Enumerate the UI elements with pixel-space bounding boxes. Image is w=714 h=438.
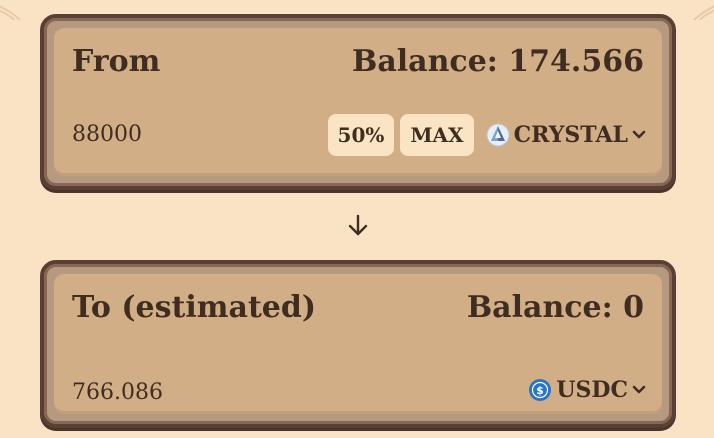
svg-text:$: $ [537,384,545,397]
max-button[interactable]: MAX [400,114,474,156]
crystal-icon [486,123,510,147]
usdc-icon: $ [529,379,552,401]
chevron-down-icon [632,385,646,394]
from-amount-input[interactable]: 88000 [72,122,142,147]
to-title: To (estimated) [72,290,317,325]
to-token-label: USDC [556,377,628,403]
to-panel: To (estimated) Balance: 0 766.086 $ USDC [40,260,676,428]
from-controls: 50% MAX CRYSTAL [327,114,646,156]
from-panel-inner: From Balance: 174.566 88000 50% MAX CRYS… [54,28,662,176]
to-panel-inner: To (estimated) Balance: 0 766.086 $ USDC [54,274,662,414]
from-token-select[interactable]: CRYSTAL [486,122,646,148]
from-title: From [72,44,161,79]
to-controls: $ USDC [522,377,646,403]
to-amount: 766.086 [72,380,163,405]
to-balance: Balance: 0 [466,290,644,325]
from-panel: From Balance: 174.566 88000 50% MAX CRYS… [40,14,676,190]
arrow-down-icon[interactable] [344,212,372,240]
half-button[interactable]: 50% [327,114,395,156]
from-token-label: CRYSTAL [513,122,628,148]
chevron-down-icon [632,130,646,139]
corner-decoration-left [0,5,21,20]
from-balance: Balance: 174.566 [351,44,644,79]
to-token-select[interactable]: $ USDC [528,377,646,403]
corner-decoration-right [693,5,714,20]
